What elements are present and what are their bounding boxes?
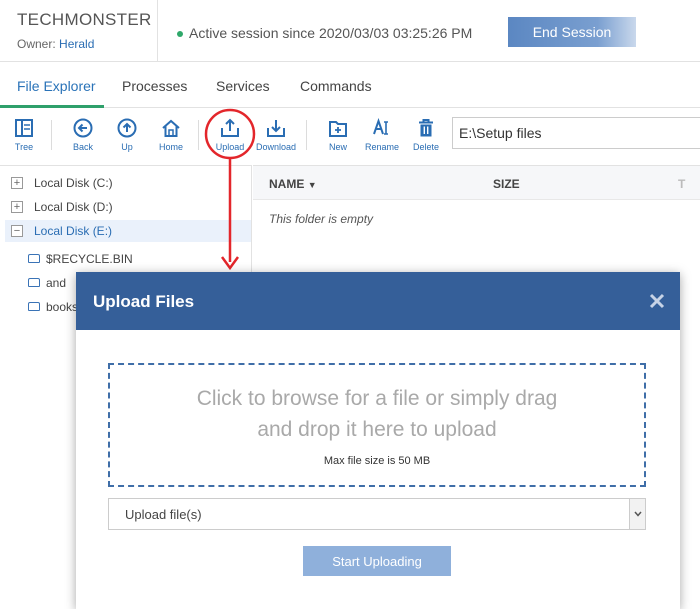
column-header-name[interactable]: NAME ▼ — [269, 177, 317, 191]
close-icon[interactable] — [648, 292, 666, 310]
delete-button[interactable]: Delete — [404, 118, 448, 152]
back-label: Back — [72, 142, 93, 152]
rename-label: Rename — [364, 142, 400, 152]
expand-icon[interactable]: + — [11, 177, 23, 189]
upload-files-dialog: Upload Files Click to browse for a file … — [76, 272, 680, 609]
toolbar-divider — [51, 120, 52, 150]
tree-item-disk-e[interactable]: − Local Disk (E:) — [5, 220, 251, 242]
tree-folder-label: $RECYCLE.BIN — [46, 252, 133, 266]
back-button[interactable]: Back — [61, 118, 105, 152]
download-icon — [267, 120, 285, 137]
upload-type-select[interactable]: Upload file(s) — [108, 498, 646, 530]
rename-icon — [373, 118, 388, 135]
rename-button[interactable]: Rename — [360, 118, 404, 152]
tab-processes[interactable]: Processes — [122, 78, 187, 94]
folder-icon — [28, 254, 40, 263]
tree-button[interactable]: Tree — [2, 118, 46, 152]
folder-icon — [28, 278, 40, 287]
path-input[interactable] — [452, 117, 700, 149]
download-label: Download — [255, 142, 297, 152]
toolbar-divider — [198, 120, 199, 150]
home-icon — [162, 119, 180, 137]
dropdown-arrow[interactable] — [629, 499, 645, 529]
up-arrow-icon — [117, 118, 137, 138]
tree-item-label: Local Disk (E:) — [34, 224, 113, 238]
drop-instructions: Click to browse for a file or simply dra… — [110, 383, 644, 445]
upload-icon — [221, 118, 239, 137]
owner-prefix: Owner: — [17, 37, 56, 51]
column-header-type[interactable]: T — [678, 177, 685, 191]
upload-button[interactable]: Upload — [208, 118, 252, 152]
top-bar: TECHMONSTER Owner: Herald Active session… — [0, 0, 700, 62]
toolbar-divider — [306, 120, 307, 150]
column-header-size[interactable]: SIZE — [493, 177, 520, 191]
tree-icon — [15, 119, 33, 137]
end-session-button[interactable]: End Session — [508, 17, 636, 47]
file-drop-zone[interactable]: Click to browse for a file or simply dra… — [108, 363, 646, 487]
device-info: TECHMONSTER Owner: Herald — [0, 0, 158, 62]
file-list-header: NAME ▼ SIZE T — [253, 166, 700, 200]
back-arrow-icon — [73, 118, 93, 138]
device-name: TECHMONSTER — [17, 10, 152, 29]
tab-file-explorer[interactable]: File Explorer — [17, 78, 96, 94]
tree-folder-label: and — [46, 276, 67, 290]
tab-commands[interactable]: Commands — [300, 78, 372, 94]
session-status: Active session since 2020/03/03 03:25:26… — [189, 25, 473, 41]
dialog-title: Upload Files — [93, 292, 195, 311]
expand-icon[interactable]: + — [11, 201, 23, 213]
tree-item-disk-c[interactable]: + Local Disk (C:) — [5, 172, 251, 194]
up-button[interactable]: Up — [105, 118, 149, 152]
dialog-header: Upload Files — [76, 272, 680, 330]
trash-icon — [419, 119, 433, 137]
column-name-label: NAME — [269, 177, 305, 191]
drop-instructions-line1: Click to browse for a file or simply dra… — [196, 387, 558, 410]
tree-item-label: Local Disk (C:) — [34, 176, 113, 190]
home-label: Home — [158, 142, 183, 152]
delete-label: Delete — [412, 142, 439, 152]
home-button[interactable]: Home — [149, 118, 193, 152]
collapse-icon[interactable]: − — [11, 225, 23, 237]
tree-folder-label: books — [46, 300, 79, 314]
tree-item-disk-d[interactable]: + Local Disk (D:) — [5, 196, 251, 218]
drop-instructions-line2: and drop it here to upload — [257, 418, 497, 441]
tree-item-label: Local Disk (D:) — [34, 200, 113, 214]
upload-label: Upload — [215, 142, 245, 152]
upload-type-value: Upload file(s) — [125, 507, 202, 522]
start-uploading-button[interactable]: Start Uploading — [303, 546, 451, 576]
session-status-icon — [177, 31, 183, 37]
owner-line: Owner: Herald — [17, 37, 157, 51]
new-folder-button[interactable]: New — [316, 118, 360, 152]
up-label: Up — [121, 142, 133, 152]
sort-desc-icon: ▼ — [307, 180, 317, 190]
chevron-down-icon — [634, 511, 642, 517]
tab-bar: File Explorer Processes Services Command… — [0, 62, 700, 108]
new-label: New — [328, 142, 347, 152]
new-folder-icon — [329, 121, 347, 137]
max-file-size-note: Max file size is 50 MB — [323, 455, 431, 467]
empty-folder-message: This folder is empty — [269, 212, 374, 226]
owner-link[interactable]: Herald — [59, 37, 94, 51]
folder-icon — [28, 302, 40, 311]
tree-label: Tree — [14, 142, 34, 152]
tab-services[interactable]: Services — [216, 78, 270, 94]
download-button[interactable]: Download — [254, 118, 298, 152]
